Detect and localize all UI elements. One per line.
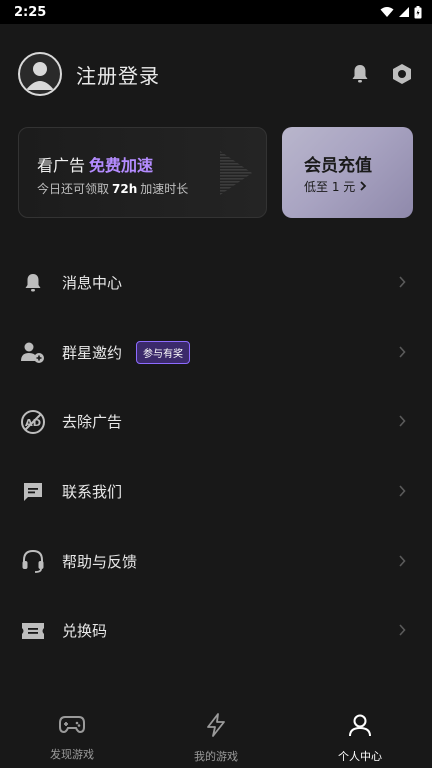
chevron-right-icon	[359, 180, 367, 194]
menu-label: 联系我们	[62, 483, 123, 502]
menu-item-messages[interactable]: 消息中心	[0, 248, 432, 318]
no-ad-icon: AD	[20, 409, 46, 435]
menu-label: 群星邀约	[62, 343, 123, 362]
status-icons	[380, 5, 422, 19]
vip-card-title: 会员充值	[304, 156, 372, 176]
bell-icon	[20, 270, 46, 296]
headset-icon	[20, 548, 46, 574]
ad-sub-hours: 72h	[112, 182, 138, 196]
tab-my-games[interactable]: 我的游戏	[144, 700, 288, 768]
ad-card-title: 看广告 免费加速	[37, 152, 153, 176]
add-user-icon	[20, 339, 46, 365]
ad-sub-prefix: 今日还可领取	[37, 182, 110, 196]
menu-item-contact[interactable]: 联系我们	[0, 457, 432, 527]
chevron-right-icon	[398, 412, 406, 431]
tab-personal-center[interactable]: 个人中心	[288, 700, 432, 768]
chevron-right-icon	[398, 482, 406, 501]
menu-label: 消息中心	[62, 274, 123, 293]
bottom-tab-bar: 发现游戏 我的游戏 个人中心	[0, 700, 432, 768]
chevron-right-icon	[398, 552, 406, 571]
notification-bell-icon[interactable]	[348, 62, 372, 86]
default-avatar-icon	[26, 62, 54, 90]
lightning-icon	[203, 712, 229, 742]
person-icon	[347, 712, 373, 742]
menu-item-help[interactable]: 帮助与反馈	[0, 526, 432, 596]
ad-sub-suffix: 加速时长	[140, 182, 189, 196]
watch-ad-card[interactable]: 看广告 免费加速 今日还可领取 72h 加速时长	[18, 127, 267, 218]
ad-title-prefix: 看广告	[37, 156, 86, 175]
chevron-right-icon	[398, 273, 406, 292]
settings-gear-icon[interactable]	[390, 62, 414, 86]
ticket-icon	[20, 618, 46, 644]
chevron-right-icon	[398, 343, 406, 362]
settings-menu: 消息中心 群星邀约 参与有奖 AD 去除广告 联系我们 帮助与反馈 兑换码	[0, 248, 432, 666]
reward-badge: 参与有奖	[136, 340, 191, 364]
avatar[interactable]	[18, 52, 62, 96]
menu-item-invite[interactable]: 群星邀约 参与有奖	[0, 318, 432, 388]
menu-item-redeem[interactable]: 兑换码	[0, 596, 432, 666]
ad-title-accent: 免费加速	[89, 156, 154, 175]
tab-label: 发现游戏	[50, 748, 94, 761]
status-time: 2:25	[14, 4, 47, 20]
vip-card-subtitle: 低至 1 元	[304, 178, 367, 195]
signal-icon	[398, 6, 410, 18]
chevron-right-icon	[398, 621, 406, 640]
play-arrow-icon	[218, 151, 254, 199]
ad-card-subtitle: 今日还可领取 72h 加速时长	[37, 180, 188, 197]
status-bar: 2:25	[0, 0, 432, 24]
profile-header: 注册登录	[18, 52, 414, 96]
login-link[interactable]: 注册登录	[76, 60, 160, 89]
tab-discover-games[interactable]: 发现游戏	[0, 700, 144, 768]
vip-sub-text: 低至 1 元	[304, 180, 356, 194]
battery-icon	[414, 5, 422, 19]
wifi-icon	[380, 6, 394, 18]
menu-label: 帮助与反馈	[62, 552, 138, 571]
chat-icon	[20, 479, 46, 505]
tab-label: 个人中心	[338, 750, 382, 763]
menu-item-remove-ads[interactable]: AD 去除广告	[0, 387, 432, 457]
menu-label: 兑换码	[62, 622, 108, 641]
menu-label: 去除广告	[62, 413, 123, 432]
vip-recharge-card[interactable]: 会员充值 低至 1 元	[282, 127, 413, 218]
tab-label: 我的游戏	[194, 750, 238, 763]
gamepad-icon	[58, 712, 86, 740]
